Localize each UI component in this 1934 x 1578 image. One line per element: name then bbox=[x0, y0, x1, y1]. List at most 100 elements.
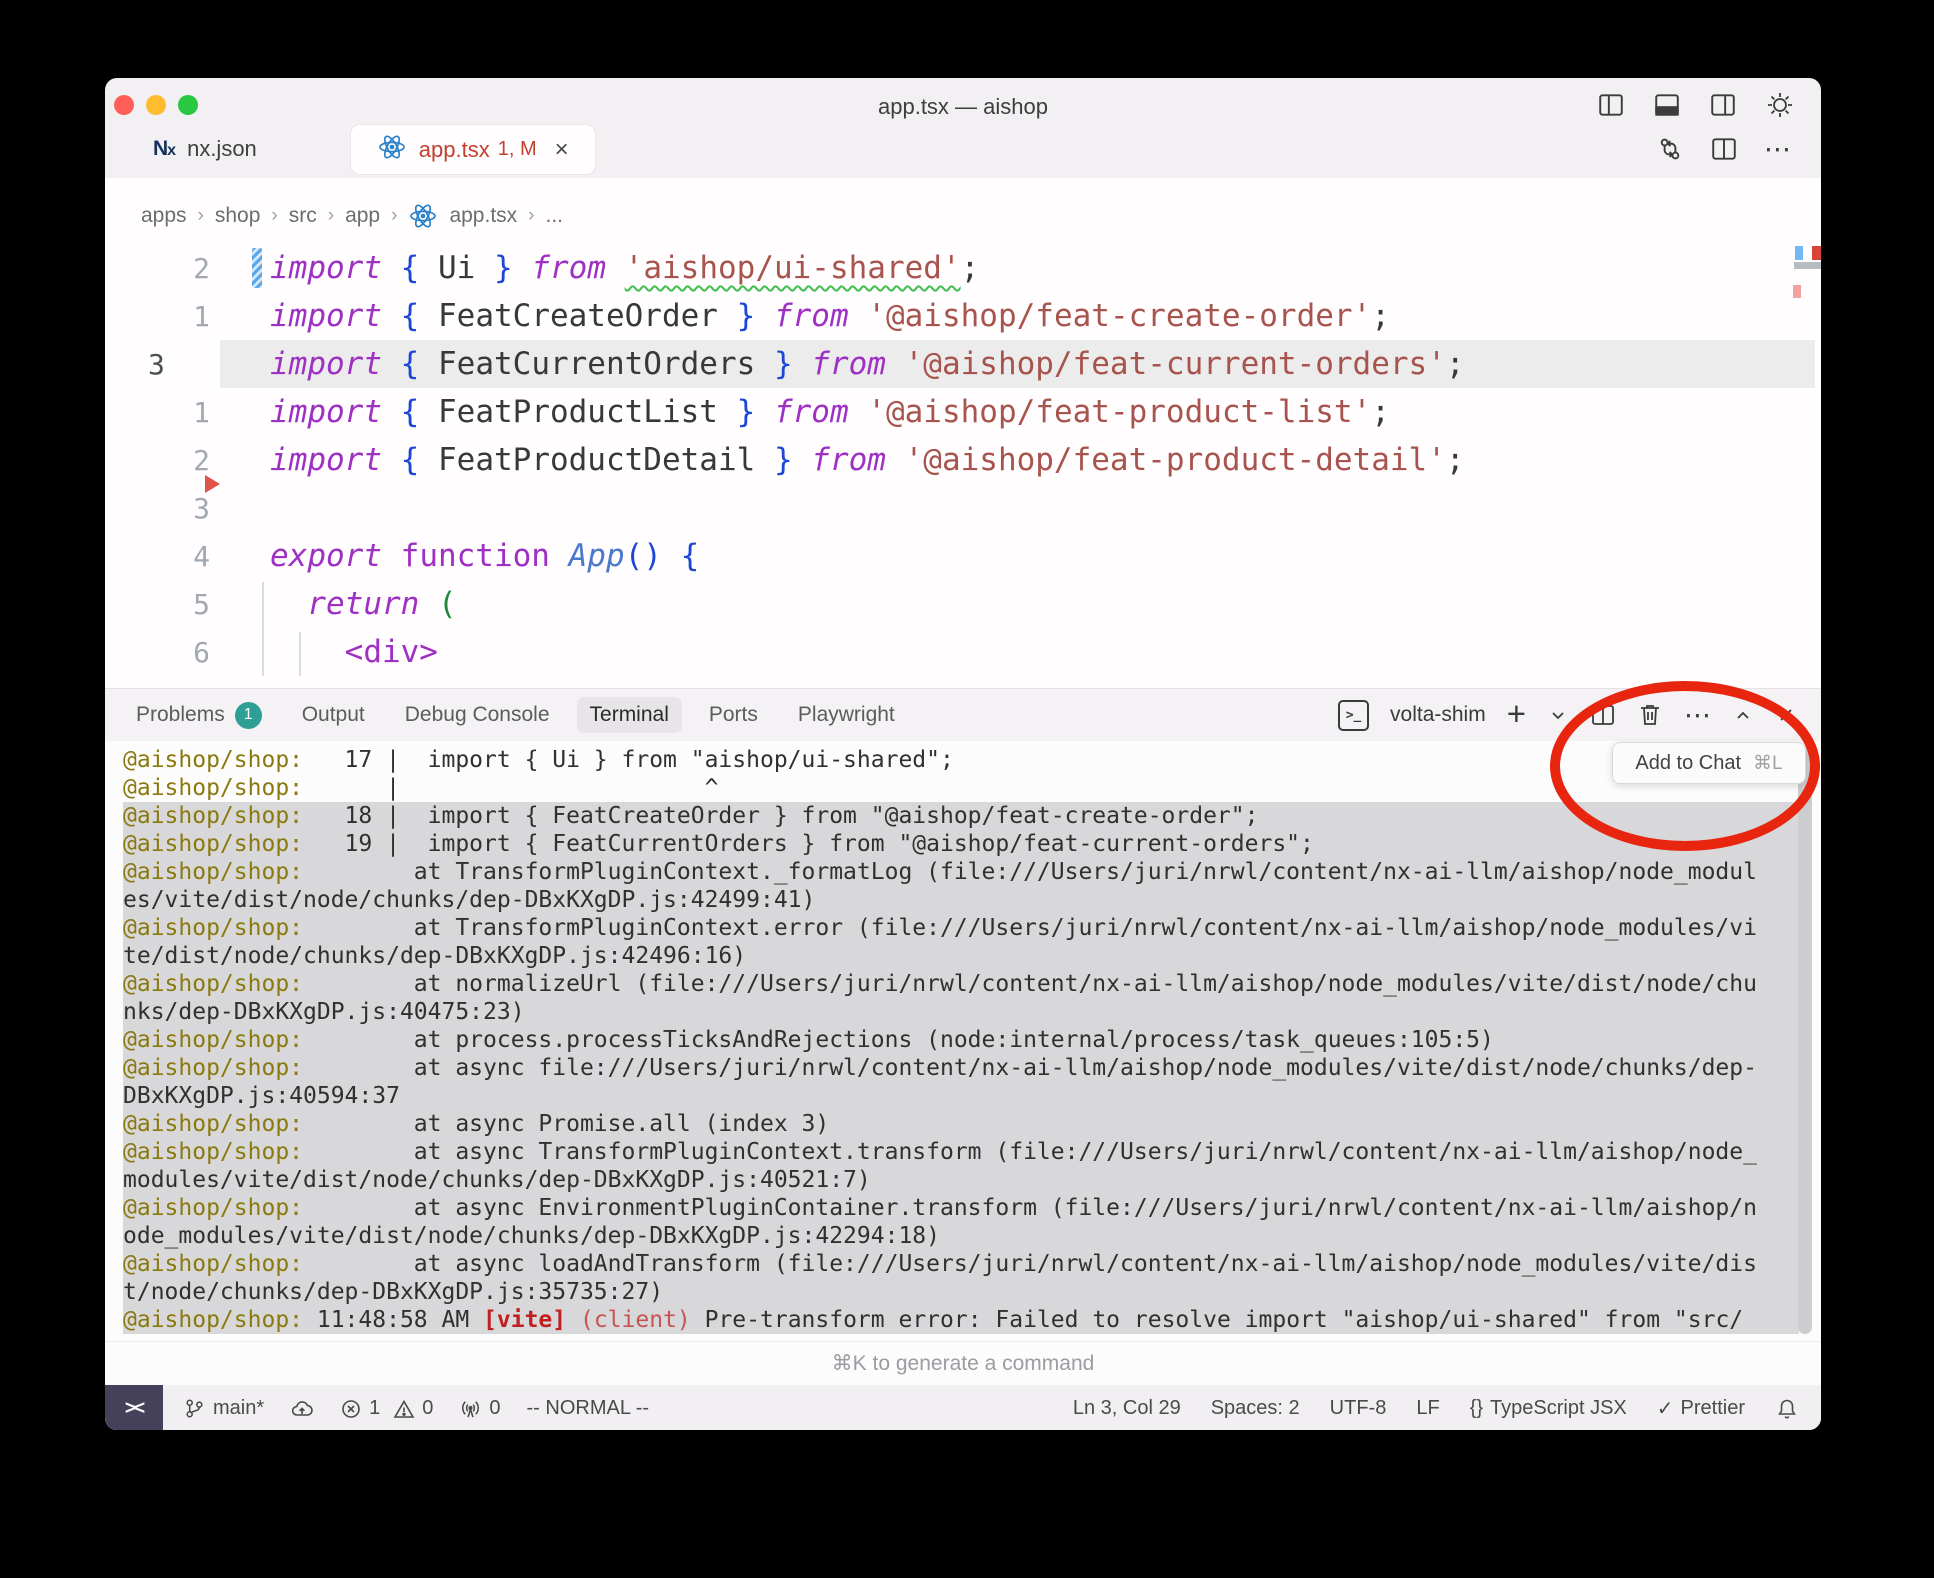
terminal-line: t/node/chunks/dep-DBxKXgDP.js:35735:27) bbox=[123, 1278, 1799, 1306]
panel-tabs: Problems1 Output Debug Console Terminal Port… bbox=[123, 696, 908, 735]
code-line: 4export function App() { bbox=[105, 532, 1821, 580]
window-title: app.tsx — aishop bbox=[105, 78, 1821, 120]
terminal-line: @aishop/shop: at async TransformPluginCo… bbox=[123, 1138, 1799, 1166]
breadcrumb-item[interactable]: shop bbox=[215, 204, 261, 228]
line-number: 5 bbox=[148, 588, 210, 621]
problems-status[interactable]: 1 0 bbox=[340, 1397, 433, 1420]
terminal-project-prefix: @aishop/shop: bbox=[123, 859, 303, 885]
split-terminal-icon[interactable] bbox=[1590, 702, 1616, 728]
kill-terminal-trash-icon[interactable] bbox=[1637, 702, 1663, 728]
code-line: 5 return ( bbox=[105, 580, 1821, 628]
terminal-output[interactable]: @aishop/shop: 17 | import { Ui } from "a… bbox=[105, 741, 1821, 1334]
terminal-project-prefix: @aishop/shop: bbox=[123, 775, 303, 801]
overview-warning-mark bbox=[1793, 285, 1801, 298]
code-line: 1import { FeatProductList } from '@aisho… bbox=[105, 388, 1821, 436]
minimize-window-button[interactable] bbox=[146, 95, 166, 115]
line-number: 3 bbox=[148, 492, 210, 525]
breadcrumb[interactable]: apps›shop›src›app› app.tsx›... bbox=[105, 178, 1821, 232]
traffic-lights bbox=[114, 95, 198, 115]
encoding-setting[interactable]: UTF-8 bbox=[1330, 1397, 1387, 1420]
line-number: 1 bbox=[148, 300, 210, 333]
terminal-line: DBxKXgDP.js:40594:37 bbox=[123, 1082, 1799, 1110]
braces-icon: {} bbox=[1470, 1397, 1483, 1420]
more-actions-icon[interactable]: ⋯ bbox=[1764, 136, 1791, 163]
breadcrumb-item[interactable]: ... bbox=[546, 204, 564, 228]
terminal-hint: ⌘K to generate a command bbox=[105, 1341, 1821, 1385]
terminal-line: @aishop/shop: at process.processTicksAnd… bbox=[123, 1026, 1799, 1054]
overview-modified-mark bbox=[1795, 246, 1803, 260]
open-changes-icon[interactable] bbox=[1656, 135, 1684, 163]
terminal-dropdown-chevron-icon[interactable] bbox=[1547, 704, 1569, 726]
terminal-scrollbar[interactable] bbox=[1798, 746, 1812, 1334]
remote-indicator[interactable]: >< bbox=[105, 1385, 163, 1430]
terminal-project-prefix: @aishop/shop: bbox=[123, 971, 303, 997]
editor-scrollbar-thumb[interactable] bbox=[1794, 262, 1821, 269]
editor-tab-bar: Nx nx.json app.tsx 1, M × ⋯ bbox=[105, 120, 1821, 178]
breadcrumb-separator: › bbox=[328, 205, 334, 227]
panel-more-actions-icon[interactable]: ⋯ bbox=[1684, 702, 1711, 729]
panel-tab-terminal[interactable]: Terminal bbox=[577, 697, 682, 733]
line-number: 4 bbox=[148, 540, 210, 573]
terminal-line: nks/dep-DBxKXgDP.js:40475:23) bbox=[123, 998, 1799, 1026]
add-to-chat-shortcut: ⌘L bbox=[1753, 752, 1783, 775]
react-icon bbox=[377, 133, 407, 161]
breadcrumb-item[interactable]: app.tsx bbox=[449, 204, 517, 228]
add-to-chat-tooltip[interactable]: Add to Chat ⌘L bbox=[1612, 742, 1806, 784]
language-mode[interactable]: {} TypeScript JSX bbox=[1470, 1397, 1627, 1420]
forwarded-ports-status[interactable]: 0 bbox=[459, 1397, 500, 1420]
breadcrumb-item[interactable]: app bbox=[345, 204, 380, 228]
cursor-position[interactable]: Ln 3, Col 29 bbox=[1073, 1397, 1181, 1420]
warning-count: 0 bbox=[422, 1397, 433, 1420]
toggle-panel-icon[interactable] bbox=[1653, 91, 1681, 119]
react-icon bbox=[408, 202, 438, 230]
publish-cloud-icon[interactable] bbox=[290, 1397, 314, 1421]
breadcrumb-item[interactable]: src bbox=[289, 204, 317, 228]
nx-logo-icon: Nx bbox=[153, 137, 175, 161]
toggle-sidebar-icon[interactable] bbox=[1597, 91, 1625, 119]
panel-tab-ports[interactable]: Ports bbox=[696, 697, 771, 733]
tab-dirty-badge: 1, M bbox=[498, 138, 537, 161]
terminal-line: ode_modules/vite/dist/node/chunks/dep-DB… bbox=[123, 1222, 1799, 1250]
tab-app-tsx[interactable]: app.tsx 1, M × bbox=[351, 125, 595, 174]
eol-setting[interactable]: LF bbox=[1416, 1397, 1439, 1420]
zoom-window-button[interactable] bbox=[178, 95, 198, 115]
line-number: 3 bbox=[148, 348, 210, 381]
vim-mode-indicator[interactable]: -- NORMAL -- bbox=[527, 1397, 650, 1420]
close-tab-icon[interactable]: × bbox=[555, 138, 569, 162]
terminal-project-prefix: @aishop/shop: bbox=[123, 831, 303, 857]
line-number: 6 bbox=[148, 636, 210, 669]
panel-tab-debug-console[interactable]: Debug Console bbox=[392, 697, 563, 733]
close-panel-icon[interactable] bbox=[1775, 704, 1797, 726]
terminal-line: @aishop/shop: at async Promise.all (inde… bbox=[123, 1110, 1799, 1138]
formatter-status[interactable]: ✓ Prettier bbox=[1657, 1396, 1745, 1421]
maximize-panel-chevron-icon[interactable] bbox=[1732, 704, 1754, 726]
tab-label: nx.json bbox=[187, 136, 257, 162]
terminal-line: @aishop/shop: at async loadAndTransform … bbox=[123, 1250, 1799, 1278]
terminal-instance-label[interactable]: volta-shim bbox=[1390, 703, 1486, 727]
code-line: 2import { FeatProductDetail } from '@ais… bbox=[105, 436, 1821, 484]
terminal-line: @aishop/shop: 18 | import { FeatCreateOr… bbox=[123, 802, 1799, 830]
breadcrumb-item[interactable]: apps bbox=[141, 204, 187, 228]
notifications-bell-icon[interactable] bbox=[1775, 1397, 1799, 1421]
overview-error-mark bbox=[1812, 246, 1821, 260]
code-editor[interactable]: apps›shop›src›app› app.tsx›... 2import {… bbox=[105, 178, 1821, 688]
terminal-line: @aishop/shop: | ^ bbox=[123, 774, 1799, 802]
split-editor-icon[interactable] bbox=[1710, 135, 1738, 163]
terminal-project-prefix: @aishop/shop: bbox=[123, 1195, 303, 1221]
tab-nx-json[interactable]: Nx nx.json bbox=[127, 120, 283, 178]
terminal-project-prefix: @aishop/shop: bbox=[123, 1111, 303, 1137]
panel-tab-output[interactable]: Output bbox=[289, 697, 378, 733]
settings-gear-icon[interactable] bbox=[1765, 90, 1795, 120]
git-branch-status[interactable]: main* bbox=[183, 1397, 264, 1420]
indentation-setting[interactable]: Spaces: 2 bbox=[1211, 1397, 1300, 1420]
error-count: 1 bbox=[369, 1397, 380, 1420]
terminal-project-prefix: @aishop/shop: bbox=[123, 1139, 303, 1165]
terminal-project-prefix: @aishop/shop: bbox=[123, 747, 303, 773]
new-terminal-icon[interactable]: + bbox=[1507, 697, 1526, 730]
close-window-button[interactable] bbox=[114, 95, 134, 115]
toggle-secondary-sidebar-icon[interactable] bbox=[1709, 91, 1737, 119]
panel-tab-problems[interactable]: Problems1 bbox=[123, 696, 275, 735]
panel-tab-playwright[interactable]: Playwright bbox=[785, 697, 908, 733]
terminal-line: @aishop/shop: at async file:///Users/jur… bbox=[123, 1054, 1799, 1082]
ports-count: 0 bbox=[489, 1397, 500, 1420]
